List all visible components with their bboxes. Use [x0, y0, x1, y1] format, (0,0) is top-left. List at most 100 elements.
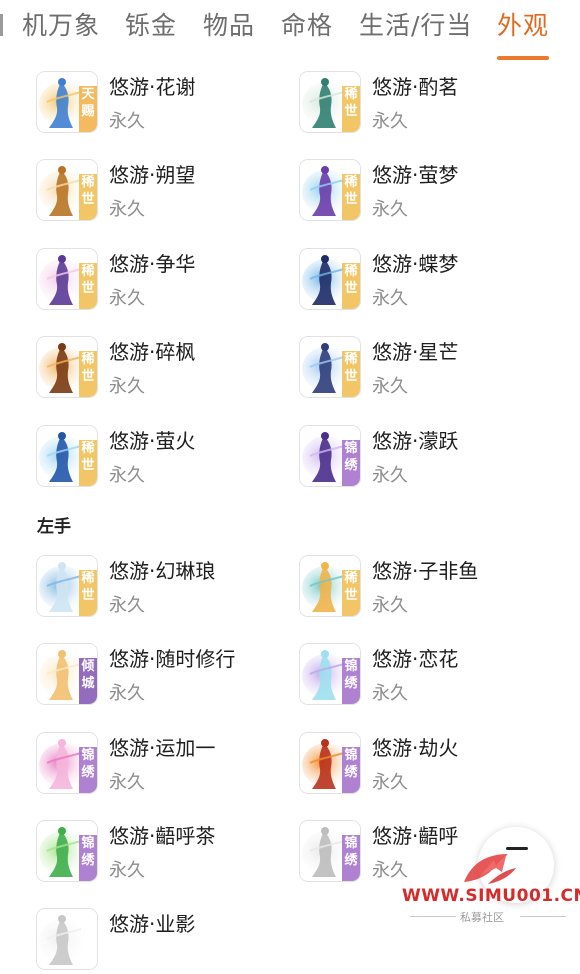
item-grade-badge: 稀世: [81, 264, 95, 296]
appearance-item-card[interactable]: 稀世 悠游·子非鱼 永久: [299, 555, 559, 621]
item-thumbnail-image: 稀世: [299, 71, 361, 133]
tab-shenghuo[interactable]: 生活/行当: [359, 8, 472, 44]
watermark-subtitle: 私募社区: [460, 911, 504, 924]
item-grade-badge: 稀世: [344, 175, 358, 207]
item-thumbnail-image: 稀世: [36, 248, 98, 310]
item-thumbnail-image: [36, 908, 98, 970]
appearance-item-card[interactable]: 稀世 悠游·蝶梦永久: [299, 248, 559, 314]
item-thumbnail-image: 稀世: [36, 159, 98, 221]
appearance-item-card[interactable]: 稀世 悠游·萤梦 永久: [299, 159, 559, 225]
item-thumbnail-image: 稀世: [299, 555, 361, 617]
item-duration: 永久: [372, 772, 408, 793]
watermark: WWW.SIMU001.CN 私募社区: [400, 848, 580, 924]
item-name: 悠游·朔望: [109, 163, 196, 187]
item-name: 悠游·子非鱼: [372, 559, 479, 583]
category-tab-bar: 机万象 铄金 物品 命格 生活/行当 外观: [0, 0, 580, 64]
item-thumbnail-image: 锦绣: [299, 643, 361, 705]
section-title-left-hand: 左手: [37, 517, 71, 537]
item-name: 悠游·争华: [109, 252, 196, 276]
item-thumbnail-image: 稀世: [36, 425, 98, 487]
item-name: 悠游·酌茗: [372, 75, 459, 99]
simu-logo-icon: [464, 854, 516, 884]
tab-wupin[interactable]: 物品: [203, 8, 255, 44]
item-thumbnail-image: 锦绣: [36, 732, 98, 794]
item-name: 悠游·齬呼茶: [109, 824, 216, 848]
item-duration: 永久: [109, 772, 145, 793]
item-duration: 永久: [109, 111, 145, 132]
item-thumbnail-image: 锦绣: [299, 820, 361, 882]
tab-jiwanxiang[interactable]: 机万象: [22, 8, 100, 44]
item-duration: 永久: [372, 111, 408, 132]
item-grade-badge: 天赐: [81, 87, 95, 119]
item-grade-badge: 锦绣: [344, 748, 358, 780]
appearance-item-card[interactable]: 倾城 悠游·随时修行 永久: [36, 643, 296, 709]
item-duration: 永久: [109, 288, 145, 309]
item-grade-badge: 稀世: [81, 175, 95, 207]
item-grade-badge: 稀世: [344, 571, 358, 603]
item-name: 悠游·蝶梦: [372, 252, 459, 276]
watermark-divider-right: [520, 916, 566, 917]
item-grade-badge: 锦绣: [344, 441, 358, 473]
item-duration: 永久: [109, 376, 145, 397]
item-thumbnail-image: 稀世: [36, 336, 98, 398]
item-grade-badge: 倾城: [81, 659, 95, 691]
item-name: 悠游·业影: [109, 912, 196, 936]
item-name: 悠游·萤火: [109, 429, 196, 453]
appearance-item-card[interactable]: 稀世 悠游·星芒 永久: [299, 336, 559, 402]
tab-mingge[interactable]: 命格: [281, 8, 333, 44]
item-name: 悠游·恋花: [372, 647, 459, 671]
appearance-item-card[interactable]: 锦绣 悠游·运加一 永久: [36, 732, 296, 798]
item-duration: 永久: [109, 595, 145, 616]
tab-waiguan[interactable]: 外观: [497, 8, 549, 44]
appearance-item-card[interactable]: 锦绣 悠游·劫火永久: [299, 732, 559, 798]
item-grade-badge: 锦绣: [81, 836, 95, 868]
appearance-item-card[interactable]: 稀世 悠游·朔望 永久: [36, 159, 296, 225]
item-grade-badge: 锦绣: [81, 748, 95, 780]
item-grade-badge: 稀世: [81, 571, 95, 603]
item-grade-badge: 稀世: [344, 264, 358, 296]
item-thumbnail-image: 稀世: [299, 248, 361, 310]
item-thumbnail-image: 稀世: [36, 555, 98, 617]
item-duration: 永久: [109, 860, 145, 881]
item-grade-badge: 稀世: [344, 87, 358, 119]
item-duration: 永久: [372, 595, 408, 616]
item-thumbnail-image: 稀世: [299, 336, 361, 398]
appearance-item-card[interactable]: 稀世 悠游·萤火永久: [36, 425, 296, 491]
item-duration: 永久: [372, 288, 408, 309]
appearance-item-card[interactable]: 锦绣 悠游·恋花永久: [299, 643, 559, 709]
appearance-item-card[interactable]: 悠游·业影: [36, 908, 296, 974]
item-duration: 永久: [109, 465, 145, 486]
appearance-item-card[interactable]: 稀世 悠游·碎枫永久: [36, 336, 296, 402]
item-name: 悠游·随时修行: [109, 647, 236, 671]
tab-shuojin[interactable]: 铄金: [125, 8, 177, 44]
item-name: 悠游·濛跃: [372, 429, 459, 453]
item-grade-badge: 稀世: [81, 441, 95, 473]
appearance-item-card[interactable]: 稀世 悠游·酌茗永久: [299, 71, 559, 137]
item-duration: 永久: [109, 683, 145, 704]
item-name: 悠游·运加一: [109, 736, 216, 760]
item-name: 悠游·劫火: [372, 736, 459, 760]
item-name: 悠游·碎枫: [109, 340, 196, 364]
item-duration: 永久: [372, 199, 408, 220]
item-thumbnail-image: 锦绣: [299, 425, 361, 487]
item-name: 悠游·齬呼: [372, 824, 459, 848]
item-thumbnail-image: 天赐: [36, 71, 98, 133]
watermark-url: WWW.SIMU001.CN: [402, 886, 580, 906]
appearance-item-card[interactable]: 天赐 悠游·花谢 永久: [36, 71, 296, 137]
item-thumbnail-image: 倾城: [36, 643, 98, 705]
item-thumbnail-image: 锦绣: [36, 820, 98, 882]
item-thumbnail-image: 稀世: [299, 159, 361, 221]
appearance-item-card[interactable]: 锦绣 悠游·濛跃 永久: [299, 425, 559, 491]
item-name: 悠游·幻琳琅: [109, 559, 216, 583]
item-duration: 永久: [372, 683, 408, 704]
active-tab-indicator: [497, 56, 549, 60]
appearance-item-card[interactable]: 稀世 悠游·争华永久: [36, 248, 296, 314]
appearance-item-card[interactable]: 锦绣 悠游·齬呼茶 永久: [36, 820, 296, 886]
watermark-divider-left: [410, 916, 456, 917]
item-grade-badge: 稀世: [344, 352, 358, 384]
item-thumbnail-image: 锦绣: [299, 732, 361, 794]
item-duration: 永久: [372, 376, 408, 397]
appearance-item-card[interactable]: 稀世 悠游·幻琳琅 永久: [36, 555, 296, 621]
item-grade-badge: 稀世: [81, 352, 95, 384]
item-grade-badge: 锦绣: [344, 659, 358, 691]
